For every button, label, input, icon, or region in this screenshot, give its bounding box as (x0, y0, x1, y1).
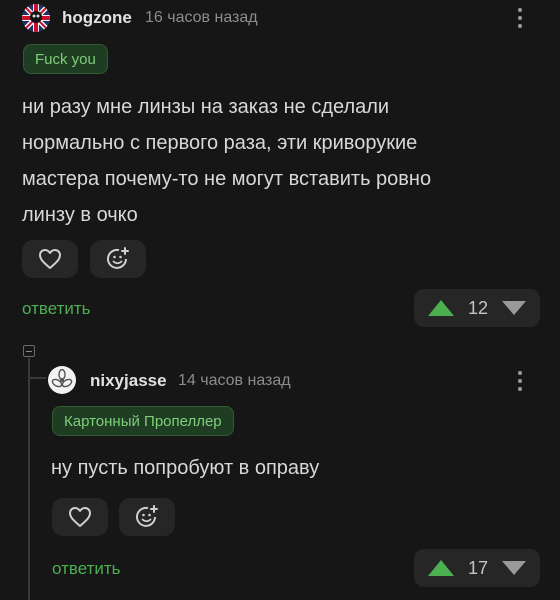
username[interactable]: hogzone (62, 8, 132, 28)
reply-link[interactable]: ответить (52, 559, 121, 579)
like-button[interactable] (22, 240, 78, 278)
downvote-icon[interactable] (502, 561, 526, 575)
username[interactable]: nixyjasse (90, 371, 167, 391)
timestamp: 14 часов назад (178, 372, 291, 389)
add-emoji-icon (136, 505, 158, 527)
reply-link[interactable]: ответить (22, 299, 91, 319)
upvote-icon[interactable] (428, 560, 454, 576)
add-reaction-button[interactable] (90, 240, 146, 278)
upvote-icon[interactable] (428, 300, 454, 316)
comment-text: ни разу мне линзы на заказ не сделали но… (22, 96, 432, 226)
collapse-thread-button[interactable] (23, 345, 35, 357)
comment-text: ну пусть попробуют в оправу (51, 457, 320, 479)
propeller-avatar-icon (51, 369, 73, 388)
heart-icon (39, 249, 61, 269)
timestamp: 16 часов назад (145, 9, 258, 26)
vote-control: 17 (414, 549, 540, 587)
user-badge: Fuck you (23, 44, 108, 74)
thread-line[interactable] (28, 358, 30, 600)
avatar[interactable] (22, 4, 50, 32)
vote-control: 12 (414, 289, 540, 327)
downvote-icon[interactable] (502, 301, 526, 315)
thread-branch (30, 377, 46, 379)
vote-count: 17 (467, 557, 489, 578)
add-emoji-icon (107, 247, 129, 269)
uk-flag-skull-avatar-icon (22, 4, 50, 32)
like-button[interactable] (52, 498, 108, 536)
heart-icon (69, 507, 91, 527)
more-options-icon[interactable] (518, 8, 522, 28)
more-options-icon[interactable] (518, 371, 522, 391)
user-badge: Картонный Пропеллер (52, 406, 234, 436)
vote-count: 12 (467, 297, 489, 318)
avatar[interactable] (48, 366, 76, 394)
add-reaction-button[interactable] (119, 498, 175, 536)
